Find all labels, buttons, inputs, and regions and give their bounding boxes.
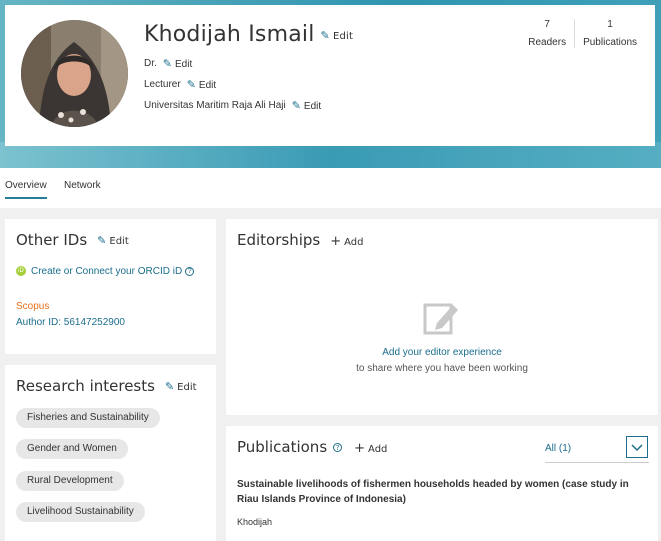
pencil-icon: ✎: [186, 79, 196, 91]
tab-network[interactable]: Network: [64, 180, 101, 191]
profile-position: Lecturer: [144, 79, 181, 91]
research-interest-chip[interactable]: Livelihood Sustainability: [16, 502, 145, 522]
research-interests-title: Research interests ✎ Edit: [16, 377, 197, 395]
orcid-icon: iD: [16, 266, 26, 277]
edit-other-ids-button[interactable]: ✎ Edit: [97, 234, 129, 247]
add-editor-experience-link[interactable]: Add your editor experience: [226, 347, 658, 358]
edit-document-icon: [423, 303, 458, 335]
publication-title[interactable]: Sustainable livelihoods of fishermen hou…: [237, 477, 637, 507]
profile-name-text: Khodijah Ismail: [144, 22, 315, 47]
plus-icon: +: [330, 234, 342, 249]
profile-position-row: Lecturer ✎ Edit: [144, 78, 216, 91]
profile-tabs: Overview Network: [0, 168, 661, 208]
edit-research-interests-button[interactable]: ✎ Edit: [164, 380, 197, 393]
help-icon[interactable]: ?: [333, 443, 343, 452]
editorships-empty-text: to share where you have been working: [356, 363, 528, 374]
profile-stats: 7 Readers 1 Publications: [520, 19, 645, 48]
profile-institution: Universitas Maritim Raja Ali Haji: [144, 100, 286, 112]
pencil-icon: ✎: [164, 380, 175, 393]
publications-filter-value: All (1): [545, 443, 572, 454]
pencil-icon: ✎: [97, 234, 107, 247]
scopus-label: Scopus: [16, 301, 50, 312]
publications-filter-toggle[interactable]: [626, 436, 648, 458]
editorships-panel: Editorships + Add Add your editor experien…: [226, 219, 658, 415]
other-ids-title: Other IDs ✎ Edit: [16, 231, 129, 249]
avatar-image: [21, 20, 128, 127]
chevron-down-icon: [631, 444, 643, 452]
research-interest-chip[interactable]: Rural Development: [16, 471, 124, 491]
pencil-icon: ✎: [320, 28, 330, 42]
edit-position-button[interactable]: ✎ Edit: [186, 79, 216, 91]
plus-icon: +: [354, 441, 366, 456]
stat-readers[interactable]: 7 Readers: [520, 19, 574, 48]
profile-institution-row: Universitas Maritim Raja Ali Haji ✎ Edit: [144, 99, 321, 112]
add-publication-button[interactable]: + Add: [354, 441, 387, 456]
profile-header: Khodijah Ismail ✎ Edit Dr. ✎ Edit Lecturer ✎ E…: [5, 5, 655, 146]
orcid-row: iD Create or Connect your ORCID iD?: [16, 266, 195, 277]
publication-authors: Khodijah: [237, 517, 273, 527]
profile-title: Dr.: [144, 58, 157, 70]
tab-overview[interactable]: Overview: [5, 180, 47, 199]
other-ids-panel: Other IDs ✎ Edit iD Create or Connect your …: [5, 219, 216, 354]
editorships-title: Editorships + Add: [237, 231, 364, 249]
profile-title-row: Dr. ✎ Edit: [144, 57, 192, 70]
edit-institution-button[interactable]: ✎ Edit: [291, 100, 321, 112]
edit-title-button[interactable]: ✎ Edit: [162, 58, 192, 70]
add-editorship-button[interactable]: + Add: [330, 234, 363, 249]
research-interest-chip[interactable]: Gender and Women: [16, 439, 128, 459]
scopus-author-id[interactable]: Author ID: 56147252900: [16, 317, 125, 328]
help-icon[interactable]: ?: [185, 266, 195, 276]
publications-panel: Publications? + Add All (1) Sustainable li…: [226, 426, 658, 541]
profile-name: Khodijah Ismail ✎ Edit: [144, 22, 353, 47]
research-interests-panel: Research interests ✎ Edit Fisheries and Su…: [5, 365, 216, 541]
pencil-icon: ✎: [162, 58, 172, 70]
orcid-link[interactable]: Create or Connect your ORCID iD: [31, 266, 182, 277]
pencil-icon: ✎: [291, 100, 301, 112]
edit-name-button[interactable]: ✎ Edit: [320, 28, 354, 42]
avatar: [21, 20, 128, 127]
publications-title: Publications? + Add: [237, 438, 388, 456]
stat-publications[interactable]: 1 Publications: [574, 19, 645, 48]
research-interest-chip[interactable]: Fisheries and Sustainability: [16, 408, 160, 428]
